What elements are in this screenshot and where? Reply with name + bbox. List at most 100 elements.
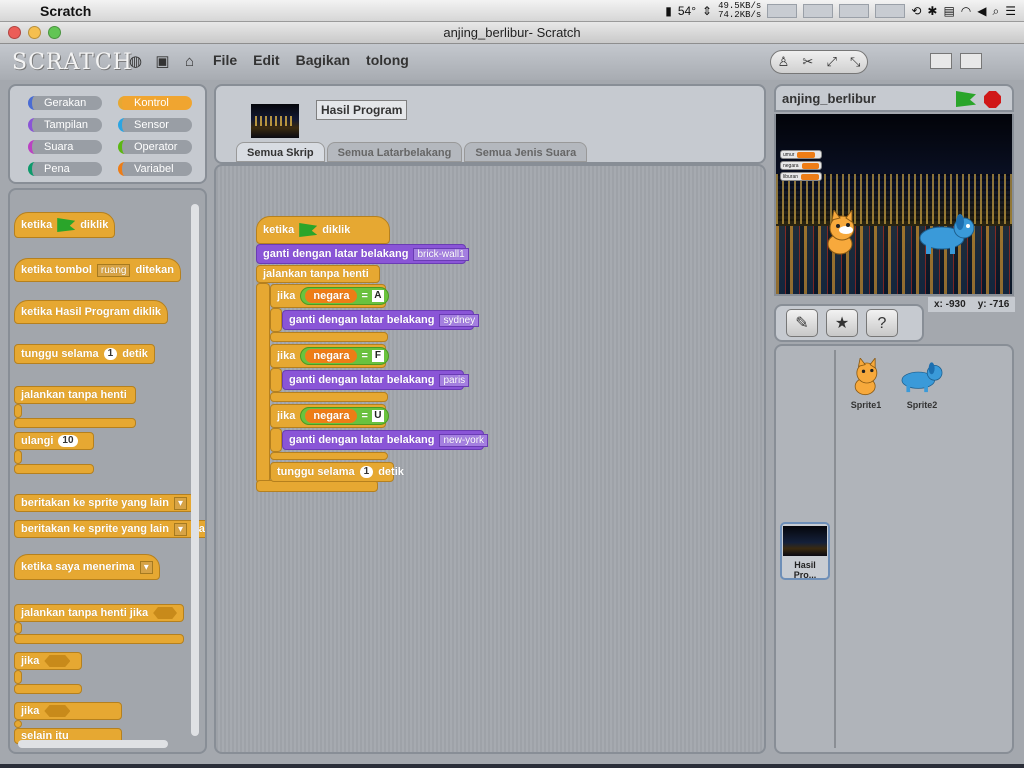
- duplicate-icon[interactable]: ♙: [778, 54, 790, 70]
- green-flag-icon[interactable]: [956, 91, 976, 107]
- block-when-key-pressed[interactable]: ketika tombol ruang ditekan: [14, 258, 181, 282]
- receive-dropdown[interactable]: ▾: [139, 560, 153, 574]
- block-when-i-receive[interactable]: ketika saya menerima ▾: [14, 554, 160, 580]
- bookmark-icon[interactable]: ▮: [665, 4, 672, 18]
- script-if-1[interactable]: jika negara = A: [270, 284, 389, 308]
- block-wait[interactable]: tunggu selama 1 detik: [14, 344, 155, 364]
- script-when-flag-clicked[interactable]: ketika diklik: [256, 216, 390, 244]
- script-forever[interactable]: jalankan tanpa henti: [256, 265, 380, 283]
- volume-icon[interactable]: ◀: [977, 4, 986, 18]
- save-icon[interactable]: ▣: [153, 52, 172, 71]
- condition-slot[interactable]: [44, 705, 71, 717]
- minimize-button[interactable]: [28, 26, 41, 39]
- delete-icon[interactable]: ✂: [802, 54, 813, 70]
- variable-reporter[interactable]: negara: [305, 349, 358, 363]
- wait-input[interactable]: 1: [359, 466, 374, 478]
- menu-help[interactable]: tolong: [366, 52, 409, 68]
- compare-input[interactable]: F: [371, 350, 384, 362]
- sprite-name-field[interactable]: Hasil Program: [316, 100, 408, 120]
- variable-reporter[interactable]: negara: [305, 289, 358, 303]
- tab-sounds[interactable]: Semua Jenis Suara: [464, 142, 588, 162]
- spotlight-icon[interactable]: ⌕: [993, 4, 1000, 19]
- category-sensing[interactable]: Sensor: [118, 118, 192, 132]
- grow-icon[interactable]: ⤢: [826, 54, 836, 70]
- category-control[interactable]: Kontrol: [118, 96, 192, 110]
- stage-item[interactable]: Hasil Pro...: [780, 522, 830, 580]
- watcher-liburan[interactable]: liburan: [780, 172, 822, 181]
- block-broadcast-wait[interactable]: beritakan ke sprite yang lain ▾ dan: [14, 520, 205, 538]
- script-switch-background-1[interactable]: ganti dengan latar belakang sydney: [282, 310, 480, 330]
- category-operators[interactable]: Operator: [118, 140, 192, 154]
- paint-new-sprite-icon[interactable]: ✎: [786, 309, 818, 337]
- small-stage-icon[interactable]: [930, 53, 952, 69]
- script-if-2[interactable]: jika negara = F: [270, 344, 389, 368]
- watcher-umur[interactable]: umur: [780, 150, 822, 159]
- zoom-button[interactable]: [48, 26, 61, 39]
- category-looks[interactable]: Tampilan: [28, 118, 102, 132]
- block-repeat[interactable]: ulangi 10: [14, 432, 94, 450]
- broadcast-wait-dropdown[interactable]: ▾: [173, 522, 187, 536]
- sprite-item-1[interactable]: Sprite1: [842, 358, 890, 410]
- category-motion[interactable]: Gerakan: [28, 96, 102, 110]
- equals-operator[interactable]: negara = A: [300, 287, 389, 305]
- palette-scrollbar-horizontal[interactable]: [18, 740, 168, 748]
- wifi-icon[interactable]: ◠: [961, 4, 971, 18]
- category-pen[interactable]: Pena: [28, 162, 102, 176]
- close-button[interactable]: [8, 26, 21, 39]
- script-switch-background-3[interactable]: ganti dengan latar belakang new-york: [282, 430, 489, 450]
- block-when-flag-clicked[interactable]: ketika diklik: [14, 212, 116, 238]
- variable-reporter[interactable]: negara: [305, 409, 358, 423]
- block-when-sprite-clicked[interactable]: ketika Hasil Program diklik: [14, 300, 169, 324]
- scripts-area[interactable]: ketika diklik ganti dengan latar belakan…: [214, 164, 766, 754]
- time-machine-icon[interactable]: ⟲: [911, 4, 921, 18]
- background-dropdown[interactable]: new-york: [439, 433, 489, 447]
- compare-input[interactable]: A: [371, 290, 384, 302]
- cat-sprite[interactable]: [820, 210, 862, 258]
- script-switch-background[interactable]: ganti dengan latar belakang brick-wall1: [256, 244, 469, 264]
- shrink-icon[interactable]: ⤡: [850, 54, 860, 70]
- menu-edit[interactable]: Edit: [253, 52, 279, 68]
- normal-stage-icon[interactable]: [960, 53, 982, 69]
- app-menu-name[interactable]: Scratch: [40, 3, 91, 19]
- stage[interactable]: umur negara liburan: [774, 114, 1014, 296]
- wait-input[interactable]: 1: [103, 348, 118, 360]
- tab-backgrounds[interactable]: Semua Latarbelakang: [326, 142, 463, 162]
- block-if-else[interactable]: jika: [14, 702, 122, 720]
- category-sound[interactable]: Suara: [28, 140, 102, 154]
- sprite-item-2[interactable]: Sprite2: [898, 358, 946, 410]
- script-if-3[interactable]: jika negara = U: [270, 404, 389, 428]
- random-sprite-icon[interactable]: ?: [866, 309, 898, 337]
- broadcast-dropdown[interactable]: ▾: [173, 496, 187, 510]
- list-icon[interactable]: ☰: [1005, 4, 1016, 18]
- background-dropdown[interactable]: paris: [439, 373, 470, 387]
- block-forever[interactable]: jalankan tanpa henti: [14, 386, 136, 404]
- script-switch-background-2[interactable]: ganti dengan latar belakang paris: [282, 370, 470, 390]
- equals-operator[interactable]: negara = U: [300, 407, 389, 425]
- block-broadcast[interactable]: beritakan ke sprite yang lain ▾: [14, 494, 194, 512]
- key-dropdown[interactable]: ruang: [96, 263, 131, 277]
- choose-sprite-from-file-icon[interactable]: ★: [826, 309, 858, 337]
- background-dropdown[interactable]: sydney: [439, 313, 480, 327]
- menu-file[interactable]: File: [213, 52, 237, 68]
- background-dropdown[interactable]: brick-wall1: [413, 247, 469, 261]
- stop-icon[interactable]: [984, 91, 1001, 108]
- category-variables[interactable]: Variabel: [118, 162, 192, 176]
- dog-sprite[interactable]: [916, 214, 978, 256]
- watcher-negara[interactable]: negara: [780, 161, 822, 170]
- script-wait[interactable]: tunggu selama 1 detik: [270, 462, 404, 482]
- flag-icon[interactable]: ▤: [943, 4, 954, 18]
- condition-slot[interactable]: [153, 607, 177, 619]
- repeat-input[interactable]: 10: [58, 435, 78, 447]
- block-if[interactable]: jika: [14, 652, 82, 670]
- equals-operator[interactable]: negara = F: [300, 347, 389, 365]
- bluetooth-icon[interactable]: ✱: [927, 4, 937, 18]
- globe-icon[interactable]: ◍: [126, 52, 145, 71]
- presentation-icon[interactable]: [990, 53, 1012, 69]
- tab-scripts[interactable]: Semua Skrip: [236, 142, 325, 162]
- compare-input[interactable]: U: [371, 410, 384, 422]
- menu-share[interactable]: Bagikan: [296, 52, 350, 68]
- condition-slot[interactable]: [44, 655, 71, 667]
- palette-scrollbar-vertical[interactable]: [191, 204, 199, 736]
- block-forever-if[interactable]: jalankan tanpa henti jika: [14, 604, 184, 622]
- share-icon[interactable]: ⌂: [180, 52, 199, 71]
